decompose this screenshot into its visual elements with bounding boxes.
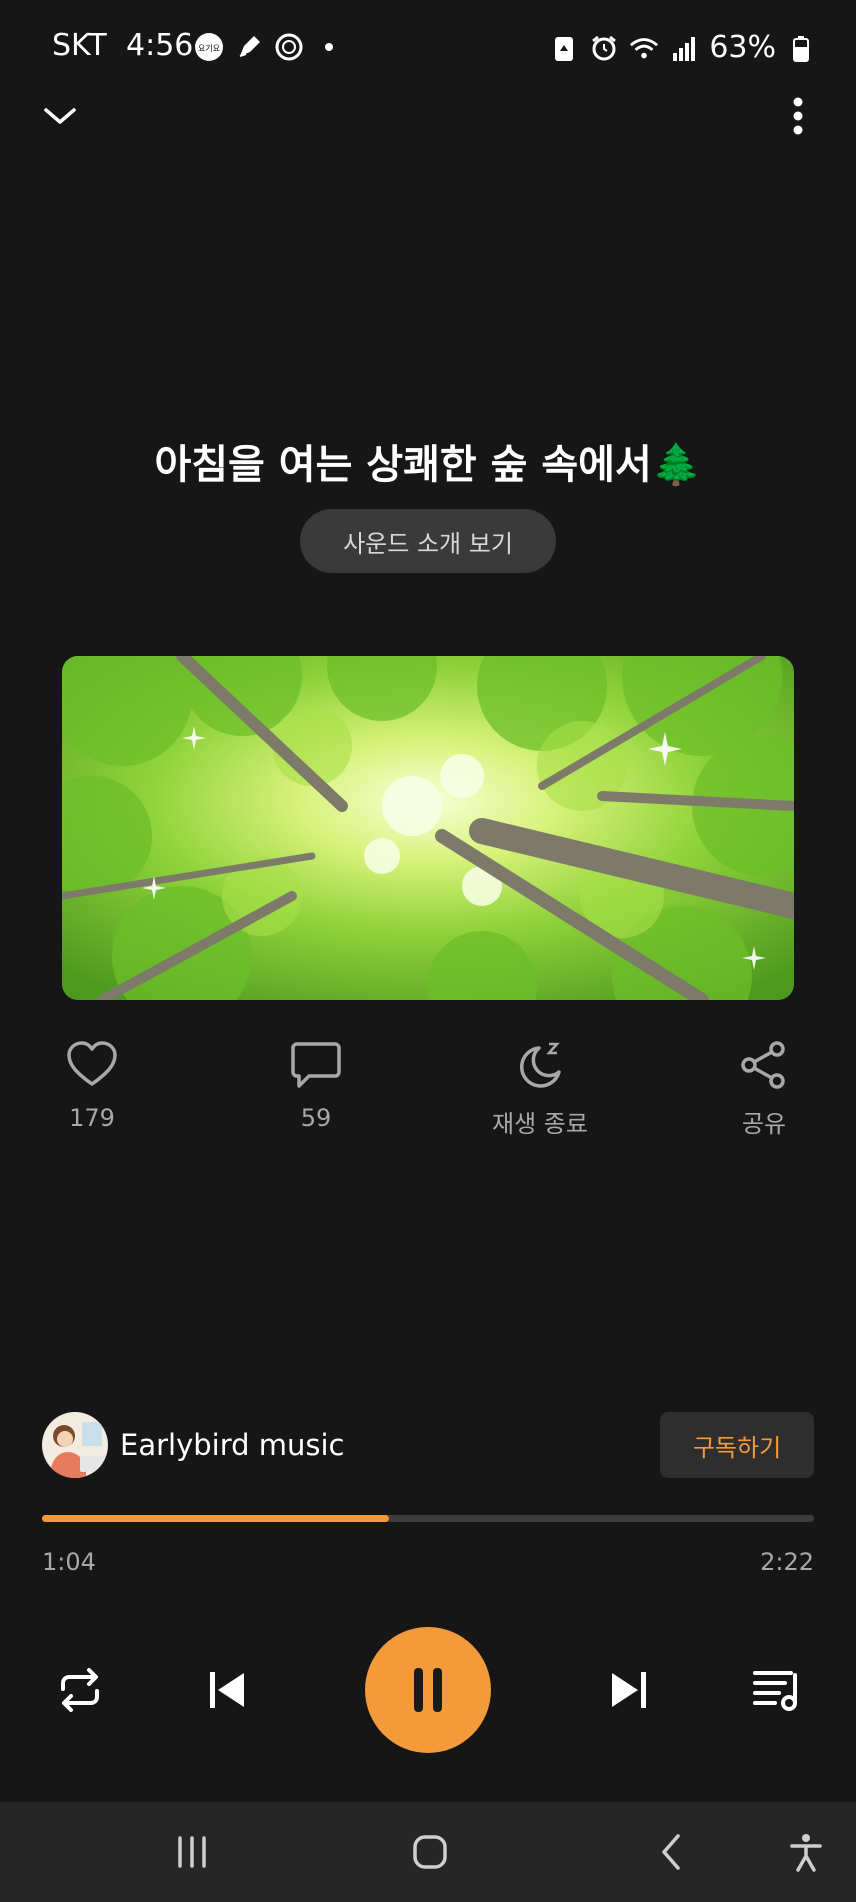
pause-icon	[414, 1668, 442, 1712]
comment-button[interactable]: 59	[236, 1040, 396, 1132]
dot-icon	[314, 32, 344, 62]
next-button[interactable]	[600, 1662, 660, 1718]
moon-sleep-icon	[519, 1042, 561, 1088]
action-row: 179 59 재생 종료 공유	[0, 1040, 856, 1140]
repeat-button[interactable]	[50, 1662, 110, 1718]
back-button[interactable]	[650, 1832, 694, 1872]
cover-image	[62, 656, 794, 1000]
clock: 4:56	[126, 28, 194, 63]
wifi-icon	[629, 33, 659, 63]
home-button[interactable]	[408, 1832, 452, 1872]
track-title: 아침을 여는 상쾌한 숲 속에서🌲	[154, 442, 702, 488]
progress-bar[interactable]	[42, 1515, 814, 1522]
share-button[interactable]: 공유	[684, 1040, 844, 1139]
system-nav-bar	[0, 1802, 856, 1902]
battery-icon	[786, 33, 816, 63]
progress-fill	[42, 1515, 390, 1522]
previous-button[interactable]	[196, 1662, 256, 1718]
sleep-label: 재생 종료	[492, 1110, 588, 1138]
like-count: 179	[69, 1104, 115, 1132]
total-time: 2:22	[760, 1548, 814, 1576]
accessibility-icon	[790, 1834, 822, 1872]
channel-name[interactable]: Earlybird music	[120, 1428, 344, 1462]
sound-intro-button[interactable]: 사운드 소개 보기	[300, 509, 556, 573]
playlist-icon	[753, 1671, 797, 1711]
current-time: 1:04	[42, 1548, 96, 1576]
carrier-label: SKT	[52, 28, 107, 63]
signal-icon	[669, 33, 699, 63]
recent-apps-button[interactable]	[170, 1832, 214, 1872]
notification-icons: 요기요	[194, 32, 344, 62]
alarm-icon	[589, 33, 619, 63]
more-vertical-icon	[793, 97, 803, 135]
more-options-button[interactable]	[778, 92, 818, 142]
share-label: 공유	[741, 1110, 787, 1138]
battery-percent: 63%	[709, 30, 776, 65]
player-screen: SKT 4:56 요기요 63% 아침을 여는 상쾌한 숲 속에서🌲 사운드 소…	[0, 0, 856, 1902]
heart-icon	[67, 1041, 117, 1086]
comment-count: 59	[300, 1104, 332, 1132]
ring-icon	[274, 32, 304, 62]
pen-icon	[234, 32, 264, 62]
share-icon	[741, 1041, 785, 1089]
status-bar: SKT 4:56 요기요 63%	[0, 0, 856, 96]
accessibility-button[interactable]	[784, 1832, 828, 1872]
pause-button[interactable]	[365, 1627, 491, 1753]
recent-apps-icon	[178, 1836, 206, 1868]
svg-text:요기요: 요기요	[198, 44, 220, 53]
sleep-timer-button[interactable]: 재생 종료	[460, 1040, 620, 1139]
system-icons: 63%	[549, 30, 816, 65]
repeat-icon	[61, 1668, 99, 1712]
home-icon	[413, 1835, 447, 1869]
previous-icon	[210, 1672, 244, 1708]
back-icon	[662, 1834, 680, 1870]
comment-icon	[291, 1042, 341, 1088]
recycle-icon	[549, 33, 579, 63]
subscribe-button[interactable]: 구독하기	[660, 1412, 814, 1478]
chevron-down-icon	[44, 108, 76, 124]
yogiyo-icon: 요기요	[194, 32, 224, 62]
collapse-button[interactable]	[38, 96, 82, 136]
channel-row: Earlybird music	[42, 1410, 344, 1480]
next-icon	[612, 1672, 646, 1708]
channel-avatar[interactable]	[42, 1412, 108, 1478]
like-button[interactable]: 179	[12, 1040, 172, 1132]
playlist-button[interactable]	[746, 1662, 806, 1718]
